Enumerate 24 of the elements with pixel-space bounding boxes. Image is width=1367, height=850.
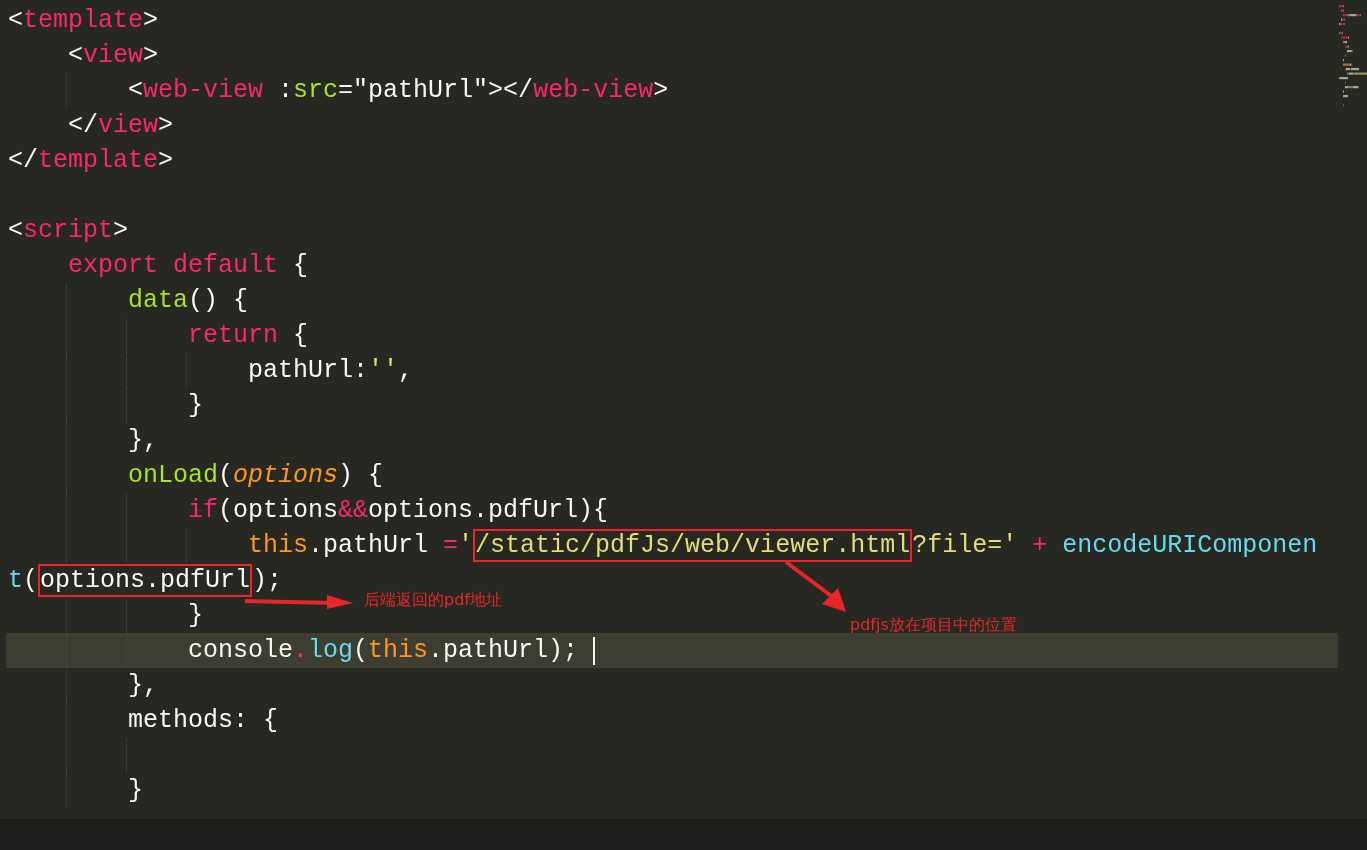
arrow (784, 560, 848, 614)
code-line: } (127, 775, 143, 807)
code-line: }, (127, 670, 158, 702)
code-line: data() { (127, 285, 249, 317)
code-line: <web-view :src="pathUrl"></web-view> (127, 75, 669, 107)
code-line: } (187, 600, 203, 632)
code-line: onLoad(options) { (127, 460, 384, 492)
code-line: } (187, 390, 203, 422)
code-line: this.pathUrl ='/static/pdfJs/web/viewer.html?file=' + encodeURIComponen (247, 528, 1318, 563)
code-line: if(options&&options.pdfUrl){ (187, 495, 609, 527)
code-line: <script> (7, 215, 129, 247)
text-cursor (593, 636, 596, 665)
code-line: </template> (7, 145, 174, 177)
code-line: console.log(this.pathUrl); (187, 635, 580, 667)
annotation-label: pdfjs放在项目中的位置 (850, 615, 1017, 636)
code-line: methods: { (127, 705, 279, 737)
code-line: pathUrl:'', (247, 355, 414, 387)
code-line: }, (127, 425, 158, 457)
code-line: export default { (67, 250, 309, 282)
code-line: <view> (67, 40, 159, 72)
code-line: return { (187, 320, 309, 352)
code-line: </view> (67, 110, 174, 142)
code-line: <template> (7, 5, 159, 37)
annotation-label: 后端返回的pdf地址 (364, 590, 502, 611)
